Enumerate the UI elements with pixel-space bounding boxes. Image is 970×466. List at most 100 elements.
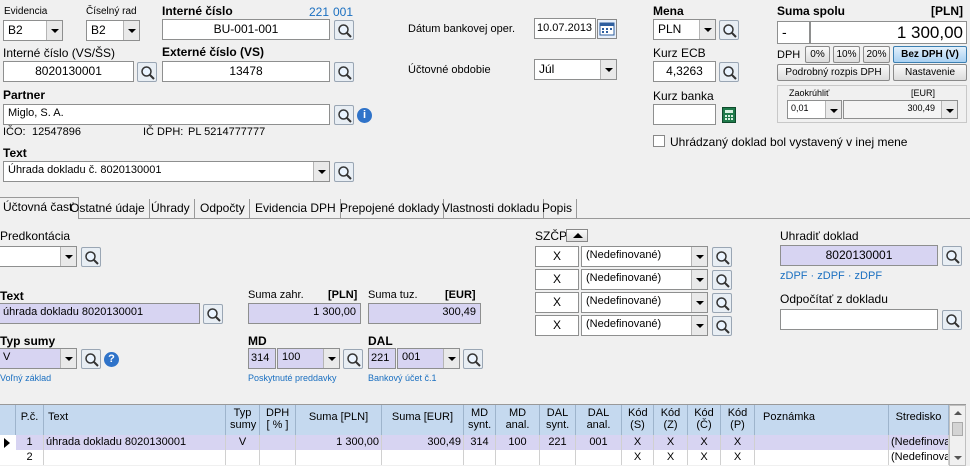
chevron-down-icon[interactable] xyxy=(825,101,841,118)
szcp-select[interactable]: (Nedefinované) xyxy=(581,315,708,336)
detail-text-input[interactable]: úhrada dokladu 8020130001 xyxy=(0,303,200,324)
col-header[interactable]: Stredisko xyxy=(889,405,949,435)
chevron-down-icon[interactable] xyxy=(691,270,707,289)
chevron-down-icon[interactable] xyxy=(941,101,957,118)
cell[interactable] xyxy=(540,450,576,465)
cell[interactable]: X xyxy=(688,435,721,450)
search-icon[interactable] xyxy=(343,349,363,369)
scroll-up-icon[interactable] xyxy=(954,411,962,415)
uhradit-input[interactable]: 8020130001 xyxy=(780,245,938,266)
col-header[interactable]: Kód (S) xyxy=(622,405,654,435)
uctovne-obdobie-select[interactable]: Júl xyxy=(534,59,617,80)
cell[interactable]: úhrada dokladu 8020130001 xyxy=(44,435,226,450)
cell[interactable] xyxy=(755,435,889,450)
dph-20-button[interactable]: 20% xyxy=(863,46,890,63)
suma-zahr-input[interactable]: 1 300,00 xyxy=(248,303,361,324)
cell[interactable] xyxy=(260,450,296,465)
sign-field[interactable]: - xyxy=(777,21,810,44)
interne-cislo-vs-input[interactable]: 8020130001 xyxy=(3,61,134,82)
cell[interactable]: (Nedefinova xyxy=(889,450,949,465)
search-icon[interactable] xyxy=(942,310,962,330)
collapse-button[interactable] xyxy=(566,229,588,242)
cell[interactable] xyxy=(464,450,496,465)
help-icon[interactable]: ? xyxy=(104,352,119,367)
szcp-x[interactable]: X xyxy=(535,246,579,267)
cell[interactable]: X xyxy=(622,450,654,465)
scroll-thumb[interactable] xyxy=(952,422,963,436)
dal-synt-input[interactable]: 221 xyxy=(368,348,396,369)
cell[interactable]: X xyxy=(721,450,755,465)
chevron-down-icon[interactable] xyxy=(699,20,715,39)
tab-prepojene-doklady[interactable]: Prepojené doklady xyxy=(336,199,445,219)
search-icon[interactable] xyxy=(719,20,739,40)
cell[interactable]: 100 xyxy=(496,435,540,450)
col-header[interactable]: Suma [PLN] xyxy=(296,405,382,435)
search-icon[interactable] xyxy=(334,62,354,82)
col-header[interactable]: DAL synt. xyxy=(540,405,576,435)
mena-select[interactable]: PLN xyxy=(653,19,716,40)
szcp-select[interactable]: (Nedefinované) xyxy=(581,292,708,313)
col-header[interactable]: P.č. xyxy=(16,405,44,435)
cell[interactable]: 300,49 xyxy=(382,435,464,450)
szcp-x[interactable]: X xyxy=(535,292,579,313)
col-header[interactable]: Text xyxy=(44,405,226,435)
zaokruhlit-select[interactable]: 0,01 xyxy=(787,100,842,119)
col-header[interactable]: Kód (Č) xyxy=(688,405,721,435)
odpocitat-input[interactable] xyxy=(780,309,938,330)
cell[interactable]: V xyxy=(226,435,260,450)
search-icon[interactable] xyxy=(334,162,354,182)
chevron-down-icon[interactable] xyxy=(691,316,707,335)
search-icon[interactable] xyxy=(463,349,483,369)
tab-popis[interactable]: Popis xyxy=(538,199,578,219)
text-select[interactable]: Úhrada dokladu č. 8020130001 xyxy=(3,161,330,182)
interne-cislo-input[interactable]: BU-001-001 xyxy=(162,19,330,40)
search-icon[interactable] xyxy=(334,20,354,40)
zdpf-links[interactable]: zDPF · zDPF · zDPF xyxy=(780,270,882,282)
cell[interactable]: 1 300,00 xyxy=(296,435,382,450)
cell[interactable] xyxy=(44,450,226,465)
info-icon[interactable]: i xyxy=(357,108,372,123)
cell[interactable]: X xyxy=(654,450,688,465)
podrobny-rozpis-button[interactable]: Podrobný rozpis DPH xyxy=(777,64,890,81)
col-header[interactable]: Typ sumy xyxy=(226,405,260,435)
search-icon[interactable] xyxy=(334,105,354,125)
md-synt-input[interactable]: 314 xyxy=(248,348,276,369)
suma-tuz-input[interactable]: 300,49 xyxy=(368,303,481,324)
cell[interactable]: X xyxy=(654,435,688,450)
search-icon[interactable] xyxy=(942,246,962,266)
chevron-down-icon[interactable] xyxy=(443,349,459,368)
search-icon[interactable] xyxy=(712,247,732,267)
tab-uhrady[interactable]: Úhrady xyxy=(147,199,195,219)
cell[interactable] xyxy=(496,450,540,465)
zaokruhlit-amount[interactable]: 300,49 xyxy=(843,100,958,119)
col-header[interactable]: Kód (Z) xyxy=(654,405,688,435)
ciselny-rad-select[interactable]: B2 xyxy=(86,20,140,41)
predkontacia-select[interactable] xyxy=(0,246,77,267)
col-header[interactable]: Suma [EUR] xyxy=(382,405,464,435)
cell[interactable] xyxy=(296,450,382,465)
search-icon[interactable] xyxy=(203,304,223,324)
col-header[interactable]: DPH [ % ] xyxy=(260,405,296,435)
cell[interactable]: 1 xyxy=(16,435,44,450)
vertical-scrollbar[interactable] xyxy=(949,405,966,466)
szcp-select[interactable]: (Nedefinované) xyxy=(581,246,708,267)
kurz-ecb-input[interactable]: 4,3263 xyxy=(653,61,716,82)
cell[interactable]: 001 xyxy=(576,435,622,450)
szcp-x[interactable]: X xyxy=(535,315,579,336)
typ-sumy-select[interactable]: V xyxy=(0,348,77,369)
cell[interactable]: 2 xyxy=(16,450,44,465)
search-icon[interactable] xyxy=(712,293,732,313)
chevron-down-icon[interactable] xyxy=(60,349,76,368)
cell[interactable] xyxy=(576,450,622,465)
partner-input[interactable]: Miglo, S. A. xyxy=(3,104,330,125)
dph-0-button[interactable]: 0% xyxy=(805,46,830,63)
col-header[interactable]: MD anal. xyxy=(496,405,540,435)
szcp-select[interactable]: (Nedefinované) xyxy=(581,269,708,290)
chevron-down-icon[interactable] xyxy=(323,349,339,368)
cell[interactable] xyxy=(382,450,464,465)
dal-anal-select[interactable]: 001 xyxy=(397,348,460,369)
szcp-x[interactable]: X xyxy=(535,269,579,290)
calculator-icon[interactable] xyxy=(722,107,736,123)
cell[interactable]: 314 xyxy=(464,435,496,450)
search-icon[interactable] xyxy=(81,349,101,369)
